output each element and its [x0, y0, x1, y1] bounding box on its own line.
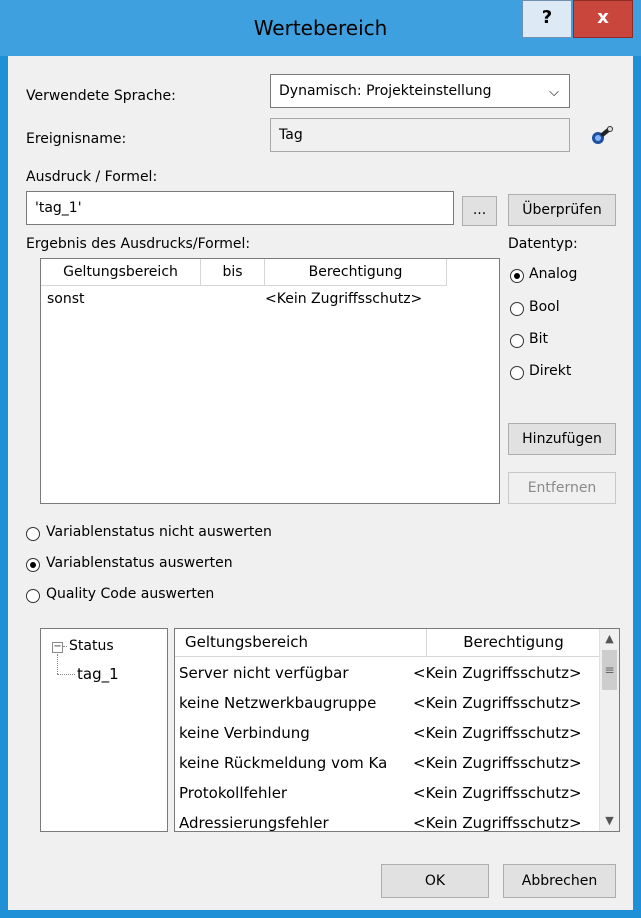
language-dropdown[interactable]: Dynamisch: Projekteinstellung ⌵ — [270, 74, 570, 108]
tree-connector-child — [57, 674, 75, 675]
column-header-to[interactable]: bis — [201, 259, 265, 286]
row-range: Server nicht verfügbar — [179, 664, 349, 682]
tree-connector-vertical — [57, 654, 58, 674]
result-label: Ergebnis des Ausdrucks/Formel: — [26, 236, 251, 252]
help-button[interactable]: ? — [522, 0, 572, 38]
status-mode-ignore-radio[interactable] — [26, 527, 40, 541]
status-column-header-range[interactable]: Geltungsbereich — [175, 629, 427, 657]
ok-button[interactable]: OK — [381, 864, 489, 898]
check-button[interactable]: Überprüfen — [508, 194, 616, 226]
event-label: Ereignisname: — [26, 131, 127, 147]
row-permission: <Kein Zugriffsschutz> — [413, 664, 582, 682]
table-row[interactable]: keine Rückmeldung vom Ka <Kein Zugriffss… — [175, 749, 602, 779]
result-row-permission[interactable]: <Kein Zugriffsschutz> — [265, 291, 422, 307]
expression-label: Ausdruck / Formel: — [26, 169, 158, 185]
datatype-bool-label[interactable]: Bool — [529, 299, 560, 315]
chevron-down-icon: ⌵ — [549, 85, 559, 100]
language-label: Verwendete Sprache: — [26, 88, 176, 104]
row-range: keine Verbindung — [179, 724, 310, 742]
datatype-analog-radio[interactable] — [510, 269, 524, 283]
table-row[interactable]: Protokollfehler <Kein Zugriffsschutz> — [175, 779, 602, 809]
datatype-direct-radio[interactable] — [510, 366, 524, 380]
table-row[interactable]: keine Netzwerkbaugruppe <Kein Zugriffssc… — [175, 689, 602, 719]
dialog-body: Verwendete Sprache: Dynamisch: Projektei… — [8, 56, 633, 910]
dialog-window: Wertebereich ? x Verwendete Sprache: Dyn… — [0, 0, 641, 918]
row-permission: <Kein Zugriffsschutz> — [413, 784, 582, 802]
datatype-bit-label[interactable]: Bit — [529, 331, 548, 347]
status-grid[interactable]: Geltungsbereich Berechtigung Server nich… — [174, 628, 620, 832]
row-range: Protokollfehler — [179, 784, 288, 802]
tree-expander-icon[interactable]: − — [52, 642, 63, 653]
result-row-range[interactable]: sonst — [47, 291, 85, 307]
row-permission: <Kein Zugriffsschutz> — [413, 754, 582, 772]
event-name-field: Tag — [270, 118, 570, 152]
scroll-up-icon[interactable]: ▲ — [600, 629, 619, 649]
status-column-header-permission[interactable]: Berechtigung — [427, 629, 601, 657]
tree-node-status[interactable]: Status — [69, 638, 114, 654]
status-mode-ignore-label[interactable]: Variablenstatus nicht auswerten — [46, 524, 272, 540]
row-permission: <Kein Zugriffsschutz> — [413, 694, 582, 712]
result-table[interactable]: Geltungsbereich bis Berechtigung sonst <… — [40, 258, 500, 504]
table-row[interactable]: keine Verbindung <Kein Zugriffsschutz> — [175, 719, 602, 749]
datatype-direct-label[interactable]: Direkt — [529, 363, 571, 379]
column-header-range[interactable]: Geltungsbereich — [41, 259, 201, 286]
expression-input[interactable]: 'tag_1' — [26, 191, 454, 225]
tag-picker-icon[interactable] — [591, 124, 615, 146]
tree-connector — [63, 646, 67, 647]
row-range: keine Rückmeldung vom Ka — [179, 754, 388, 772]
browse-button[interactable]: ... — [462, 196, 497, 226]
row-range: keine Netzwerkbaugruppe — [179, 694, 377, 712]
scroll-thumb[interactable]: ≡ — [602, 650, 617, 690]
status-mode-evaluate-label[interactable]: Variablenstatus auswerten — [46, 555, 233, 571]
remove-button: Entfernen — [508, 472, 616, 504]
status-mode-quality-radio[interactable] — [26, 589, 40, 603]
scroll-down-icon[interactable]: ▼ — [600, 811, 619, 831]
status-mode-evaluate-radio[interactable] — [26, 558, 40, 572]
datatype-analog-label[interactable]: Analog — [529, 266, 577, 282]
row-permission: <Kein Zugriffsschutz> — [413, 724, 582, 742]
title-bar[interactable]: Wertebereich ? x — [0, 0, 641, 56]
datatype-bit-radio[interactable] — [510, 334, 524, 348]
status-tree[interactable]: − Status tag_1 — [40, 628, 168, 832]
vertical-scrollbar[interactable]: ▲ ≡ ▼ — [599, 629, 619, 831]
table-row[interactable]: Adressierungsfehler <Kein Zugriffsschutz… — [175, 809, 602, 832]
cancel-button[interactable]: Abbrechen — [503, 864, 616, 898]
tree-node-tag[interactable]: tag_1 — [77, 665, 119, 683]
status-mode-quality-label[interactable]: Quality Code auswerten — [46, 586, 214, 602]
column-header-permission[interactable]: Berechtigung — [265, 259, 447, 286]
datatype-bool-radio[interactable] — [510, 302, 524, 316]
row-permission: <Kein Zugriffsschutz> — [413, 814, 582, 832]
table-row[interactable]: Server nicht verfügbar <Kein Zugriffssch… — [175, 659, 602, 689]
row-range: Adressierungsfehler — [179, 814, 329, 832]
language-value: Dynamisch: Projekteinstellung — [279, 83, 492, 99]
datatype-label: Datentyp: — [508, 236, 578, 252]
close-button[interactable]: x — [573, 0, 633, 38]
add-button[interactable]: Hinzufügen — [508, 423, 616, 455]
